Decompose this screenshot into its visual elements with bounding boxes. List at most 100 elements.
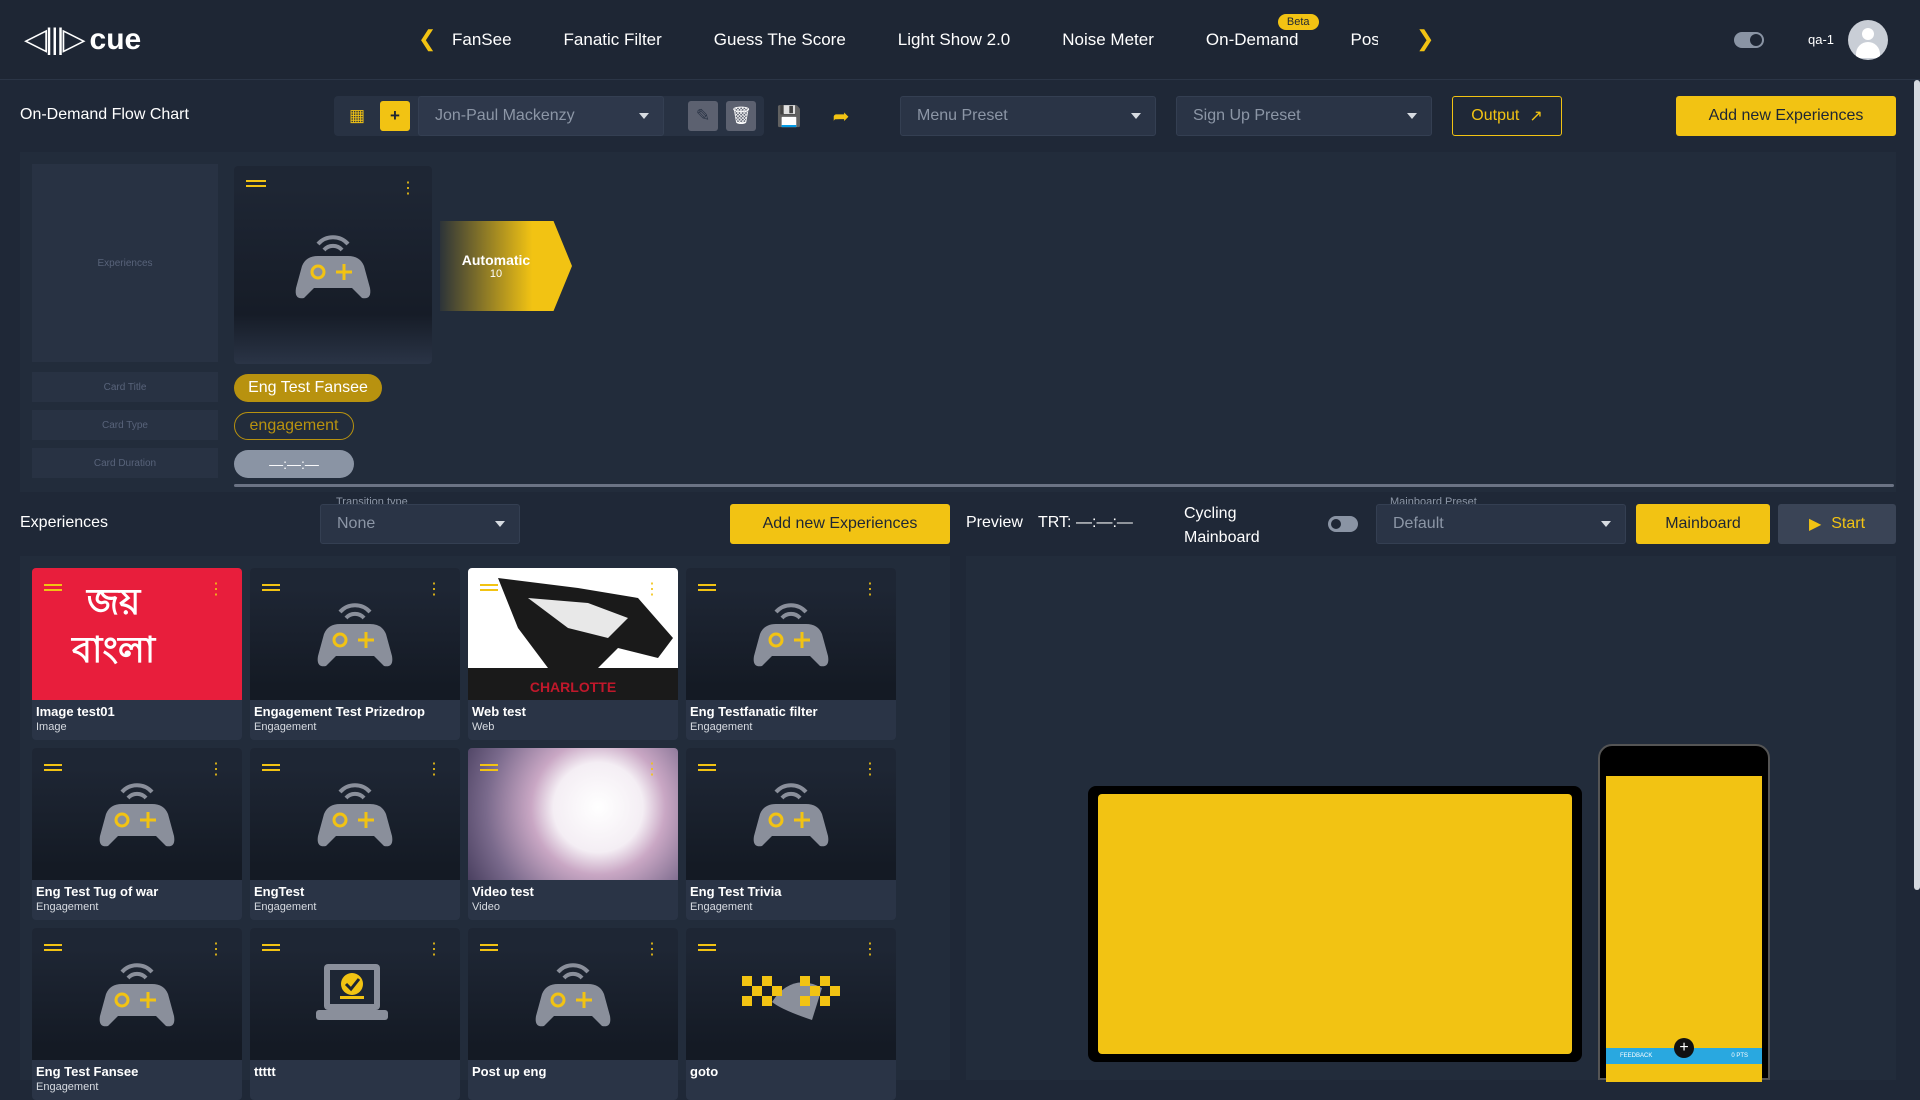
start-button[interactable]: ▶ Start (1778, 504, 1896, 544)
experience-card[interactable]: ⋮ Post up eng (468, 928, 678, 1100)
experience-card-type: Web (472, 721, 495, 733)
gamepad-icon (532, 958, 614, 1035)
image-thumb-text: জয় বাংলা (72, 581, 156, 670)
transition-type-value: None (337, 515, 376, 532)
gamepad-icon (295, 235, 371, 299)
nav-item-noise-meter[interactable]: Noise Meter (1062, 30, 1154, 50)
delete-trash-icon[interactable]: 🗑 (726, 101, 756, 131)
experience-card[interactable]: CHARLOTTE ⋮ Web test Web (468, 568, 678, 740)
drag-handle-icon[interactable] (262, 764, 280, 766)
drag-handle-icon[interactable] (246, 180, 266, 182)
edit-pencil-icon[interactable]: ✎ (688, 101, 718, 131)
trt-label: TRT: (1038, 514, 1072, 531)
save-icon[interactable]: 💾 (774, 101, 804, 131)
experience-card[interactable]: ⋮ Eng Test Fansee Engagement (32, 928, 242, 1100)
experience-card-title: Eng Test Trivia (690, 884, 782, 899)
transition-type-select[interactable]: None (320, 504, 520, 544)
transition-label: Automatic (461, 252, 531, 268)
kebab-menu-icon[interactable]: ⋮ (862, 582, 878, 598)
user-name: qa-1 (1808, 32, 1835, 47)
kebab-menu-icon[interactable]: ⋮ (208, 582, 224, 598)
drag-handle-icon[interactable] (44, 584, 62, 586)
drag-handle-icon[interactable] (44, 764, 62, 766)
experience-card-title: EngTest (254, 884, 305, 899)
flow-tool-group: ▦ + Jon-Paul Mackenzy ✎ 🗑 (334, 96, 764, 136)
drag-handle-icon[interactable] (698, 944, 716, 946)
cue-logo[interactable]: ◁|||▷ cue (24, 22, 141, 57)
add-experiences-button[interactable]: Add new Experiences (730, 504, 950, 544)
cycling-mainboard-toggle[interactable] (1328, 516, 1358, 532)
owner-select[interactable]: Jon-Paul Mackenzy (418, 96, 664, 136)
gamepad-icon (314, 778, 396, 855)
avatar[interactable] (1848, 20, 1888, 60)
share-icon[interactable]: ➦ (826, 101, 856, 131)
avatar-body (1856, 42, 1880, 58)
output-label: Output (1471, 107, 1520, 124)
drag-handle-icon[interactable] (698, 584, 716, 586)
svg-text:CHARLOTTE: CHARLOTTE (530, 679, 616, 695)
experience-card-title: goto (690, 1064, 719, 1079)
page-scrollbar[interactable] (1914, 80, 1920, 890)
gamepad-icon (96, 778, 178, 855)
checkered-flags-icon (742, 976, 840, 1020)
placeholder-card-duration: Card Duration (32, 448, 218, 478)
kebab-menu-icon[interactable]: ⋮ (644, 762, 660, 778)
experience-card[interactable]: ⋮ Video test Video (468, 748, 678, 920)
kebab-menu-icon[interactable]: ⋮ (862, 942, 878, 958)
top-bar: ◁|||▷ cue ❮ FanSee Fanatic Filter Guess … (0, 0, 1920, 80)
experience-card[interactable]: ⋮ Eng Test Trivia Engagement (686, 748, 896, 920)
owner-select-value: Jon-Paul Mackenzy (435, 107, 575, 124)
nav-item-guess-the-score[interactable]: Guess The Score (714, 30, 846, 50)
kebab-menu-icon[interactable]: ⋮ (426, 582, 442, 598)
experience-card-title: Post up eng (472, 1064, 547, 1079)
experience-card[interactable]: ⋮ ttttt (250, 928, 460, 1100)
nav-next-chevron-icon[interactable]: ❯ (1416, 26, 1434, 52)
nav-item-fansee[interactable]: FanSee (452, 30, 512, 50)
output-button[interactable]: Output ↗ (1452, 96, 1562, 136)
nav-item-post[interactable]: Post (1351, 30, 1379, 50)
experience-card[interactable]: ⋮ goto (686, 928, 896, 1100)
phone-screen (1606, 776, 1762, 1082)
kebab-menu-icon[interactable]: ⋮ (208, 762, 224, 778)
signup-preset-select[interactable]: Sign Up Preset (1176, 96, 1432, 136)
experience-card-title: Eng Testfanatic filter (690, 704, 818, 719)
transition-arrow[interactable]: Automatic 10 (440, 221, 572, 311)
kebab-menu-icon[interactable]: ⋮ (400, 178, 416, 198)
add-icon[interactable]: + (380, 101, 410, 131)
mainboard-preset-select[interactable]: Default (1376, 504, 1626, 544)
nav-item-fanatic-filter[interactable]: Fanatic Filter (564, 30, 662, 50)
drag-handle-icon[interactable] (262, 944, 280, 946)
transition-value: 10 (489, 268, 503, 280)
drag-handle-icon[interactable] (698, 764, 716, 766)
kebab-menu-icon[interactable]: ⋮ (644, 942, 660, 958)
kebab-menu-icon[interactable]: ⋮ (426, 942, 442, 958)
grid-add-icon[interactable]: ▦ (342, 101, 372, 131)
experience-card[interactable]: জয় বাংলা ⋮ Image test01 Image (32, 568, 242, 740)
mainboard-button[interactable]: Mainboard (1636, 504, 1770, 544)
nav-item-on-demand[interactable]: On-Demand Beta (1206, 14, 1319, 50)
experience-card[interactable]: ⋮ EngTest Engagement (250, 748, 460, 920)
experience-card[interactable]: ⋮ Eng Test Tug of war Engagement (32, 748, 242, 920)
experience-card[interactable]: ⋮ Eng Testfanatic filter Engagement (686, 568, 896, 740)
drag-handle-icon[interactable] (44, 944, 62, 946)
experience-card-type: Engagement (36, 1081, 99, 1093)
kebab-menu-icon[interactable]: ⋮ (208, 942, 224, 958)
kebab-menu-icon[interactable]: ⋮ (644, 582, 660, 598)
drag-handle-icon[interactable] (480, 944, 498, 946)
experience-card[interactable]: ⋮ Engagement Test Prizedrop Engagement (250, 568, 460, 740)
kebab-menu-icon[interactable]: ⋮ (862, 762, 878, 778)
experience-card-type: Engagement (690, 901, 753, 913)
theme-toggle[interactable] (1734, 32, 1764, 48)
kebab-menu-icon[interactable]: ⋮ (426, 762, 442, 778)
drag-handle-icon[interactable] (480, 764, 498, 766)
add-experiences-button-top[interactable]: Add new Experiences (1676, 96, 1896, 136)
drag-handle-icon[interactable] (262, 584, 280, 586)
nav-item-light-show[interactable]: Light Show 2.0 (898, 30, 1010, 50)
nav-prev-chevron-icon[interactable]: ❮ (418, 26, 436, 52)
flow-card[interactable]: ⋮ (234, 166, 432, 364)
drag-handle-icon[interactable] (480, 584, 498, 586)
menu-preset-select[interactable]: Menu Preset (900, 96, 1156, 136)
experience-card-title: Video test (472, 884, 534, 899)
signup-preset-caret-icon (1407, 113, 1417, 119)
flow-horizontal-scrollbar[interactable] (234, 484, 1894, 487)
